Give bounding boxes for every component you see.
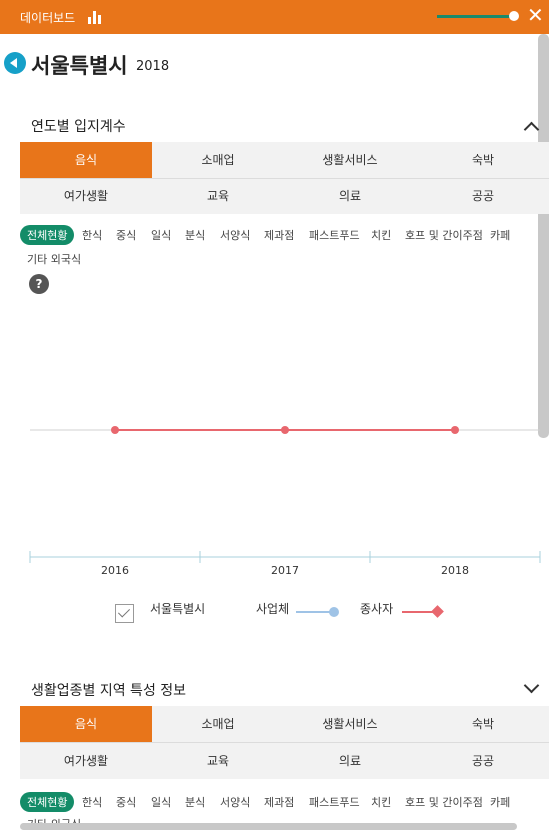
opacity-slider-track[interactable]: [437, 15, 513, 18]
chip-chinese[interactable]: 중식: [116, 227, 136, 243]
opacity-slider-knob[interactable]: [509, 11, 519, 21]
tab-retail[interactable]: 소매업: [152, 706, 284, 742]
chip-all[interactable]: 전체현황: [20, 792, 75, 812]
app-title: 데이터보드: [20, 11, 76, 25]
tab-leisure[interactable]: 여가생활: [20, 743, 152, 779]
chip-snack[interactable]: 분식: [185, 794, 205, 810]
collapse-chevron-up-icon[interactable]: [523, 121, 540, 138]
tab-public[interactable]: 공공: [417, 743, 549, 779]
tab-medical[interactable]: 의료: [284, 743, 416, 779]
expand-chevron-down-icon[interactable]: [523, 677, 540, 694]
chip-chinese[interactable]: 중식: [116, 794, 136, 810]
section-title-regional-info: 생활업종별 지역 특성 정보: [31, 683, 187, 699]
chip-cafe[interactable]: 카페: [490, 794, 510, 810]
chip-western[interactable]: 서양식: [220, 227, 250, 243]
tab-life-service[interactable]: 생활서비스: [284, 706, 416, 742]
top-bar: 데이터보드 ✕: [0, 0, 549, 34]
tab-education[interactable]: 교육: [152, 743, 284, 779]
chip-cafe[interactable]: 카페: [490, 227, 510, 243]
bar-chart-icon[interactable]: [88, 10, 104, 24]
category-tabs: 음식 소매업 생활서비스 숙박 여가생활 교육 의료 공공: [20, 142, 549, 214]
year-label: 2018: [136, 59, 170, 74]
category-tabs-2: 음식 소매업 생활서비스 숙박 여가생활 교육 의료 공공: [20, 706, 549, 779]
chip-all[interactable]: 전체현황: [20, 225, 75, 245]
line-chart: 2016 2017 2018: [29, 426, 541, 577]
chip-western[interactable]: 서양식: [220, 794, 250, 810]
tab-education[interactable]: 교육: [152, 178, 284, 214]
legend-employee-swatch: [402, 605, 444, 618]
x-tick-label: 2018: [441, 564, 469, 577]
region-title: 서울특별시: [31, 54, 128, 78]
back-button[interactable]: [4, 52, 26, 74]
chip-other-foreign[interactable]: 기타 외국식: [27, 251, 81, 267]
legend-region-label: 서울특별시: [150, 602, 206, 616]
chip-japanese[interactable]: 일식: [151, 227, 171, 243]
chip-bakery[interactable]: 제과점: [264, 227, 294, 243]
tab-lodging[interactable]: 숙박: [417, 706, 549, 742]
tab-food[interactable]: 음식: [20, 706, 152, 742]
section-title-location-quotient: 연도별 입지계수: [31, 119, 126, 135]
legend-employee-label: 종사자: [360, 602, 394, 616]
tab-food[interactable]: 음식: [20, 142, 152, 178]
chip-snack[interactable]: 분식: [185, 227, 205, 243]
x-tick-label: 2017: [271, 564, 299, 577]
legend-business-label: 사업체: [256, 602, 290, 616]
horizontal-scrollbar[interactable]: [20, 823, 517, 830]
series-point-1: [111, 426, 119, 434]
tab-public[interactable]: 공공: [417, 178, 549, 214]
chip-japanese[interactable]: 일식: [151, 794, 171, 810]
series-point-1: [281, 426, 289, 434]
legend-business-swatch: [296, 607, 339, 617]
series-point-1: [451, 426, 459, 434]
chip-korean[interactable]: 한식: [82, 227, 102, 243]
chip-korean[interactable]: 한식: [82, 794, 102, 810]
chart-layer: 2016 2017 2018: [29, 426, 541, 577]
tab-retail[interactable]: 소매업: [152, 142, 284, 178]
tab-lodging[interactable]: 숙박: [417, 142, 549, 178]
chip-fastfood[interactable]: 패스트푸드: [309, 227, 360, 243]
tab-medical[interactable]: 의료: [284, 178, 416, 214]
chip-fastfood[interactable]: 패스트푸드: [309, 794, 360, 810]
chip-pub[interactable]: 호프 및 간이주점: [405, 227, 483, 243]
help-icon[interactable]: ?: [29, 274, 49, 294]
tab-leisure[interactable]: 여가생활: [20, 178, 152, 214]
chip-chicken[interactable]: 치킨: [371, 227, 391, 243]
close-icon[interactable]: ✕: [527, 5, 544, 25]
x-tick-label: 2016: [101, 564, 129, 577]
chip-bakery[interactable]: 제과점: [264, 794, 294, 810]
region-checkbox[interactable]: [115, 604, 134, 623]
chip-pub[interactable]: 호프 및 간이주점: [405, 794, 483, 810]
tab-life-service[interactable]: 생활서비스: [284, 142, 416, 178]
chip-chicken[interactable]: 치킨: [371, 794, 391, 810]
subcategory-chips: 전체현황 한식 중식 일식 분식 서양식 제과점 패스트푸드 치킨 호프 및 간…: [20, 225, 549, 267]
